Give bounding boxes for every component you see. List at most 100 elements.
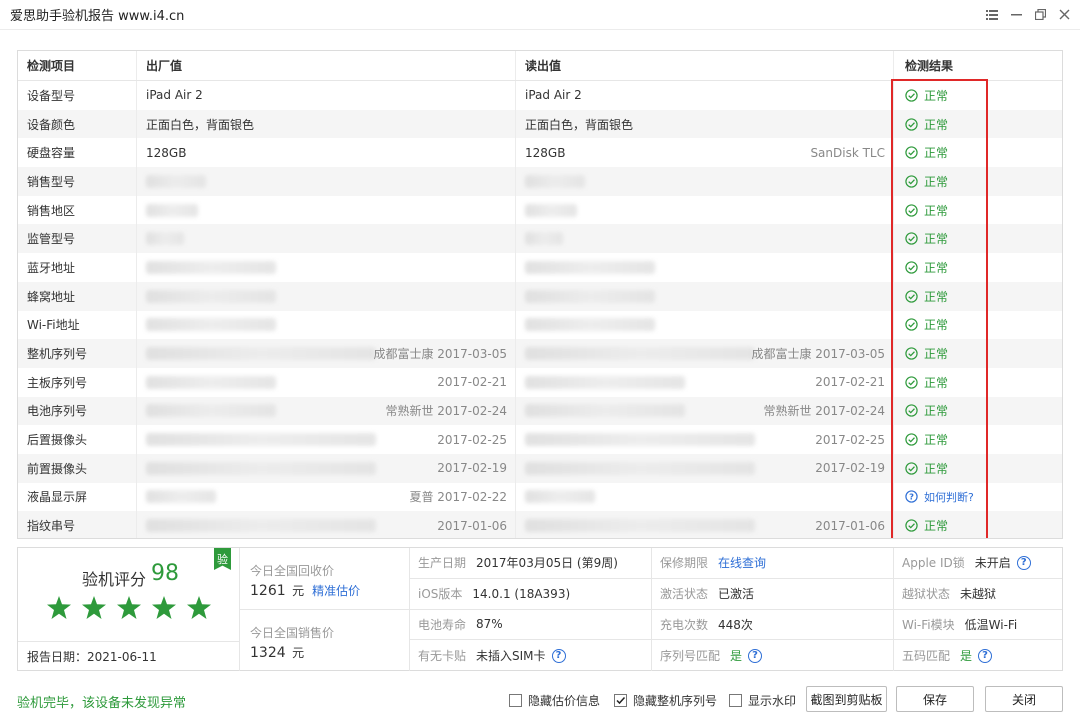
- row-item: 前置摄像头: [18, 460, 136, 477]
- cell-text: iPad Air 2: [525, 88, 582, 102]
- check-circle-icon: [905, 519, 918, 532]
- row-result: 正常: [893, 138, 1062, 167]
- save-button[interactable]: 保存: [896, 686, 974, 712]
- star-icon: [47, 596, 71, 619]
- cell-text: 128GB: [525, 146, 565, 160]
- checkbox-label: 显示水印: [748, 692, 796, 709]
- star-icon: [117, 596, 141, 619]
- checkbox-box[interactable]: [509, 694, 522, 707]
- row-result: 正常: [893, 311, 1062, 340]
- check-circle-icon: [905, 462, 918, 475]
- online-check-link[interactable]: 在线查询: [718, 554, 766, 571]
- info-label: Wi-Fi模块: [902, 616, 955, 633]
- close-button[interactable]: 关闭: [985, 686, 1063, 712]
- table-row: 销售型号正常: [18, 167, 1062, 196]
- restore-icon[interactable]: [1028, 3, 1052, 27]
- help-icon[interactable]: ?: [978, 649, 992, 663]
- result-text: 正常: [924, 230, 948, 247]
- row-item: 后置摄像头: [18, 431, 136, 448]
- cell-note: 2017-02-25: [815, 433, 885, 447]
- row-factory-value: [136, 224, 515, 253]
- result-ok: 正常: [905, 173, 948, 190]
- row-item: 液晶显示屏: [18, 488, 136, 505]
- help-icon[interactable]: ?: [552, 649, 566, 663]
- checkbox-box[interactable]: [614, 694, 627, 707]
- warranty: 保修期限在线查询: [652, 548, 894, 579]
- apple-id-lock: Apple ID锁未开启?: [894, 548, 1062, 579]
- info-value: 未越狱: [960, 585, 996, 602]
- redacted-value: [525, 462, 755, 475]
- window-title: 爱思助手验机报告 www.i4.cn: [10, 5, 184, 24]
- info-grid: 生产日期2017年03月05日 (第9周)保修期限在线查询Apple ID锁未开…: [410, 548, 1062, 671]
- star-icon: [82, 596, 106, 619]
- row-read-value: [515, 311, 893, 340]
- cell-text: iPad Air 2: [146, 88, 203, 102]
- redacted-value: [146, 347, 376, 360]
- production-date: 生产日期2017年03月05日 (第9周): [410, 548, 652, 579]
- checkbox-box[interactable]: [729, 694, 742, 707]
- show-watermark-checkbox[interactable]: 显示水印: [729, 692, 796, 709]
- sale-price-number: 1324: [250, 645, 286, 661]
- cell-text: 正面白色，背面银色: [146, 116, 254, 133]
- table-row: 指纹串号2017-01-062017-01-06正常: [18, 511, 1062, 539]
- recycle-price-unit: 元: [292, 584, 304, 598]
- row-result: 正常: [893, 511, 1062, 539]
- how-to-judge-link[interactable]: ?如何判断?: [905, 489, 974, 505]
- checkbox-label: 隐藏整机序列号: [633, 692, 717, 709]
- redacted-value: [525, 318, 655, 331]
- precise-estimate-link[interactable]: 精准估价: [312, 584, 360, 598]
- hide-serial-checkbox[interactable]: 隐藏整机序列号: [614, 692, 717, 709]
- result-text: 正常: [924, 144, 948, 161]
- info-label: 保修期限: [660, 554, 708, 571]
- cell-note: 2017-01-06: [815, 519, 885, 533]
- info-value: 448次: [718, 616, 753, 633]
- info-label: Apple ID锁: [902, 554, 965, 571]
- table-row: Wi-Fi地址正常: [18, 311, 1062, 340]
- serial-match: 序列号匹配是?: [652, 640, 894, 671]
- row-factory-value: 2017-02-21: [136, 368, 515, 397]
- header-read: 读出值: [515, 51, 893, 80]
- info-label: 充电次数: [660, 616, 708, 633]
- result-text[interactable]: 如何判断?: [924, 489, 974, 505]
- cell-note: 2017-01-06: [437, 519, 507, 533]
- help-icon[interactable]: ?: [748, 649, 762, 663]
- row-factory-value: 成都富士康 2017-03-05: [136, 339, 515, 368]
- result-ok: 正常: [905, 230, 948, 247]
- minimize-icon[interactable]: [1004, 3, 1028, 27]
- row-result: 正常: [893, 110, 1062, 139]
- close-icon[interactable]: [1052, 3, 1076, 27]
- row-result: 正常: [893, 167, 1062, 196]
- hide-price-checkbox[interactable]: 隐藏估价信息: [509, 692, 600, 709]
- row-read-value: 成都富士康 2017-03-05: [515, 339, 893, 368]
- row-item: 电池序列号: [18, 402, 136, 419]
- screenshot-clipboard-button[interactable]: 截图到剪贴板: [806, 686, 887, 712]
- result-ok: 正常: [905, 517, 948, 534]
- redacted-value: [146, 404, 276, 417]
- result-text: 正常: [924, 116, 948, 133]
- cell-note: 2017-02-25: [437, 433, 507, 447]
- info-value: 未插入SIM卡: [476, 647, 546, 664]
- row-factory-value: [136, 167, 515, 196]
- score-card: 验机评分 98 验: [18, 548, 240, 642]
- cell-note: 夏普 2017-02-22: [409, 488, 507, 505]
- info-label: 电池寿命: [418, 616, 466, 633]
- check-status: 验机完毕，该设备未发现异常: [17, 692, 186, 711]
- redacted-value: [146, 175, 206, 188]
- sale-price-unit: 元: [292, 646, 304, 660]
- info-value: 是: [730, 647, 742, 664]
- row-read-value: 2017-02-19: [515, 454, 893, 483]
- table-header: 检测项目 出厂值 读出值 检测结果: [18, 51, 1062, 81]
- list-icon[interactable]: [980, 3, 1004, 27]
- row-item: 设备型号: [18, 87, 136, 104]
- info-value: 87%: [476, 617, 503, 631]
- help-icon[interactable]: ?: [1017, 556, 1031, 570]
- table-row: 销售地区正常: [18, 196, 1062, 225]
- row-read-value: [515, 167, 893, 196]
- redacted-value: [146, 433, 376, 446]
- result-text: 正常: [924, 87, 948, 104]
- redacted-value: [525, 433, 755, 446]
- info-value: 已激活: [718, 585, 754, 602]
- info-label: 生产日期: [418, 554, 466, 571]
- sale-price-label: 今日全国销售价: [250, 624, 334, 641]
- score-label: 验机评分: [82, 566, 146, 590]
